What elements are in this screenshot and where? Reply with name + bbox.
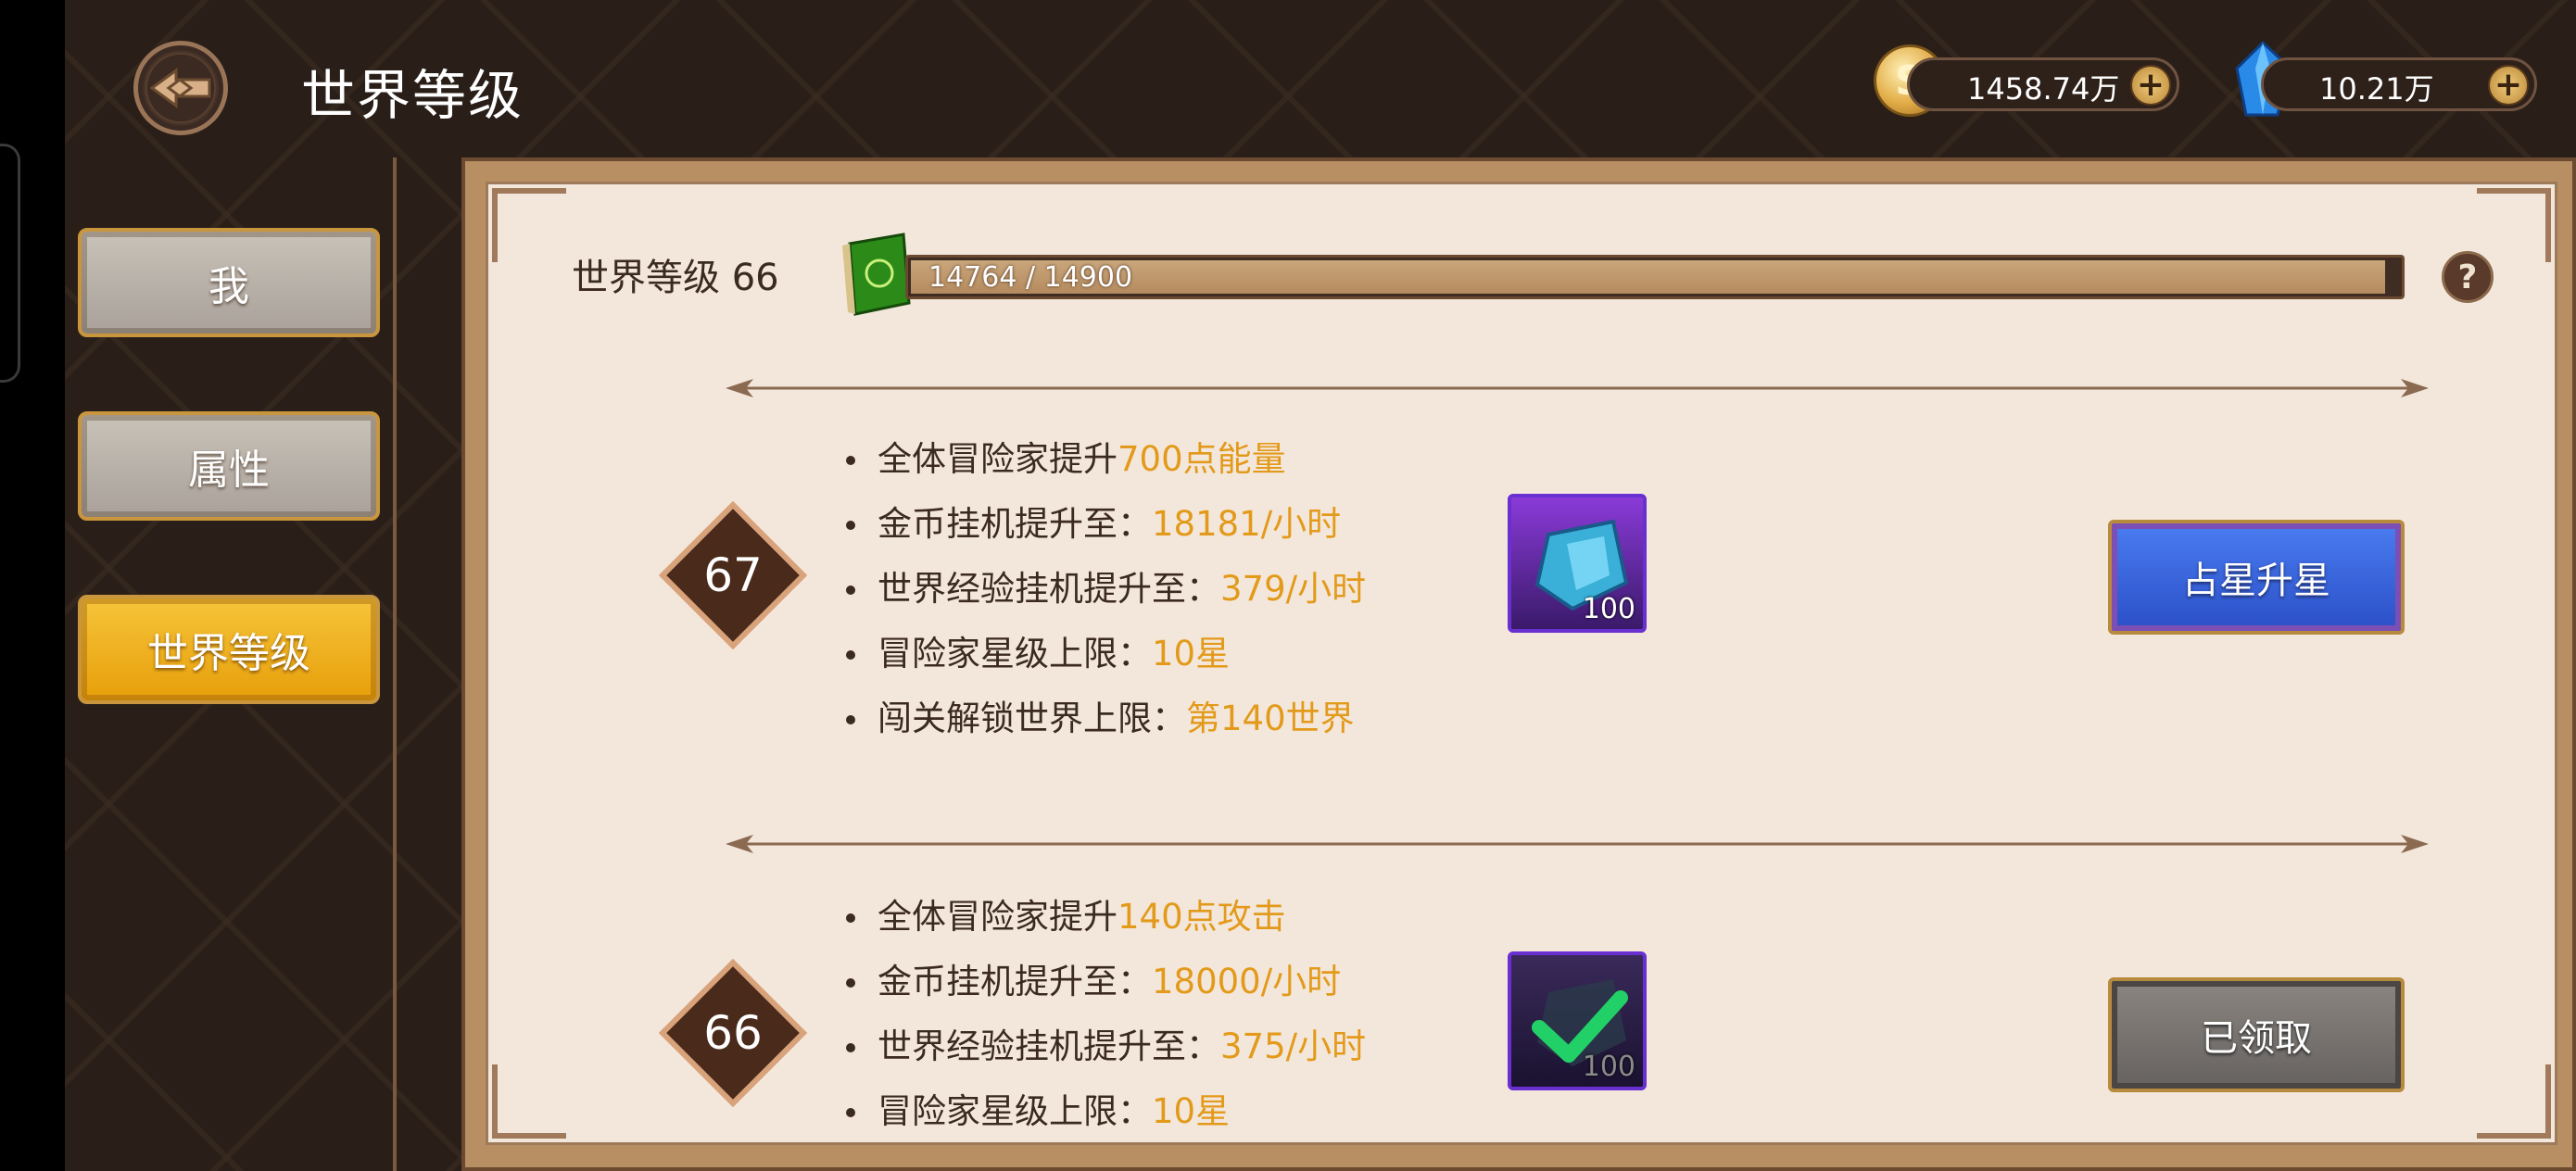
sidebar-item-attributes[interactable]: 属性: [78, 411, 380, 521]
reward-item: 全体冒险家提升700点能量: [840, 427, 1366, 492]
reward-item: 世界经验挂机提升至：379/小时: [840, 557, 1366, 622]
level-number: 67: [659, 501, 807, 649]
corner-ornament: [492, 188, 566, 262]
gem-amount: 10.21万: [2319, 71, 2434, 107]
reward-item: 冒险家星级上限：10星: [840, 622, 1366, 686]
gem-counter: 10.21万 +: [2261, 57, 2537, 111]
world-level-panel: 世界等级 66 14764 / 14900 ? 67 全体冒险家提升700点能量…: [486, 182, 2557, 1145]
back-button[interactable]: [133, 41, 228, 135]
page-title: 世界等级: [301, 64, 524, 127]
reward-item-slot[interactable]: 100: [1508, 494, 1647, 633]
reward-item: 金币挂机提升至：18181/小时: [840, 492, 1366, 557]
xp-text: 14764 / 14900: [928, 261, 1133, 294]
reward-list: 全体冒险家提升700点能量 金币挂机提升至：18181/小时 世界经验挂机提升至…: [840, 427, 1366, 751]
add-gold-button[interactable]: +: [2130, 65, 2171, 106]
section-divider: [726, 379, 2429, 397]
reward-item: 冒险家星级上限：10星: [840, 1079, 1366, 1142]
reward-item: 世界经验挂机提升至：375/小时: [840, 1014, 1366, 1079]
reward-item: 闯关解锁世界上限：第140世界: [840, 686, 1366, 751]
sidebar-divider: [393, 157, 397, 1171]
sidebar-item-world-level[interactable]: 世界等级: [78, 595, 380, 704]
section-divider: [726, 835, 2429, 853]
device-notch: [0, 144, 20, 383]
star-upgrade-button[interactable]: 占星升星: [2108, 520, 2405, 635]
level-number-text: 67: [703, 548, 763, 602]
item-quantity: 100: [1582, 1051, 1635, 1083]
book-icon: [842, 233, 911, 316]
gold-counter: 1458.74万 +: [1907, 57, 2179, 111]
help-icon[interactable]: ?: [2442, 251, 2494, 303]
reward-list: 全体冒险家提升140点攻击 金币挂机提升至：18000/小时 世界经验挂机提升至…: [840, 885, 1366, 1142]
corner-ornament: [492, 1064, 566, 1139]
gold-amount: 1458.74万: [1967, 71, 2120, 107]
corner-ornament: [2477, 188, 2551, 262]
reward-item-slot-claimed[interactable]: 100: [1508, 951, 1647, 1090]
level-number: 66: [659, 959, 807, 1107]
corner-ornament: [2477, 1064, 2551, 1139]
add-gem-button[interactable]: +: [2488, 65, 2529, 106]
reward-item: 全体冒险家提升140点攻击: [840, 885, 1366, 950]
claimed-button[interactable]: 已领取: [2108, 977, 2405, 1092]
sidebar-item-me[interactable]: 我: [78, 228, 380, 337]
reward-item: 金币挂机提升至：18000/小时: [840, 950, 1366, 1014]
world-level-label: 世界等级 66: [572, 257, 779, 299]
back-icon: [149, 68, 211, 108]
level-number-text: 66: [703, 1006, 763, 1060]
item-quantity: 100: [1582, 593, 1635, 625]
xp-progress-bar: 14764 / 14900: [905, 255, 2405, 299]
